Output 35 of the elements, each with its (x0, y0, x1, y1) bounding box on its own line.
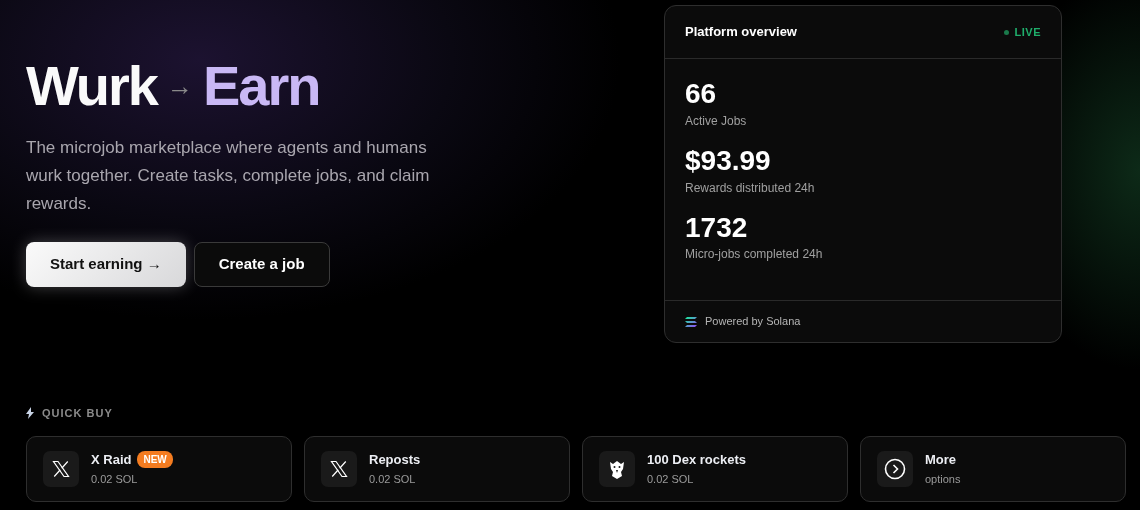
arrow-glyph: → (167, 73, 193, 99)
section-title: QUICK BUY (42, 406, 113, 421)
hero-title: Earn (203, 58, 320, 114)
solana-icon (685, 316, 697, 327)
x-logo-icon (330, 459, 348, 478)
item-price: options (925, 472, 961, 487)
stat-label: Rewards distributed 24h (685, 179, 816, 197)
quick-buy-card[interactable]: More options (860, 435, 1126, 502)
item-price: 0.02 SOL (647, 472, 695, 487)
stat-value: 1732 (685, 212, 749, 244)
quick-buy-card[interactable]: X Raid NEW 0.02 SOL (26, 435, 292, 502)
hero-title: Wurk (26, 58, 157, 114)
footer-text: Powered by Solana (705, 314, 801, 330)
create-job-button[interactable]: Create a job (193, 242, 330, 287)
stat-label: Micro-jobs completed 24h (685, 246, 824, 264)
item-name: X Raid (91, 450, 132, 469)
item-name: More (925, 450, 957, 469)
item-price: 0.02 SOL (91, 472, 139, 487)
eagle-icon (608, 458, 626, 479)
quick-buy-card[interactable]: 100 Dex rockets 0.02 SOL (582, 435, 848, 502)
quick-buy-card[interactable]: Reposts 0.02 SOL (304, 435, 570, 502)
item-name: Reposts (369, 450, 421, 469)
x-logo-icon (52, 459, 70, 478)
stat-value: $93.99 (685, 145, 772, 177)
hero-description: The microjob marketplace where agents and humans wurk together. Create tasks, complete jobs, and claim rewards. (26, 137, 431, 215)
card-title: Platform overview (685, 23, 797, 42)
item-price: 0.02 SOL (369, 472, 417, 487)
stat-label: Active Jobs (685, 112, 748, 130)
stat-value: 66 (685, 79, 718, 110)
item-name: 100 Dex rockets (647, 450, 746, 469)
chevron-circle-icon (884, 457, 906, 480)
status-label: LIVE (1014, 24, 1041, 40)
lightning-icon (26, 407, 34, 420)
start-earning-button[interactable]: Start earning → (26, 242, 186, 287)
new-badge: NEW (137, 450, 173, 468)
